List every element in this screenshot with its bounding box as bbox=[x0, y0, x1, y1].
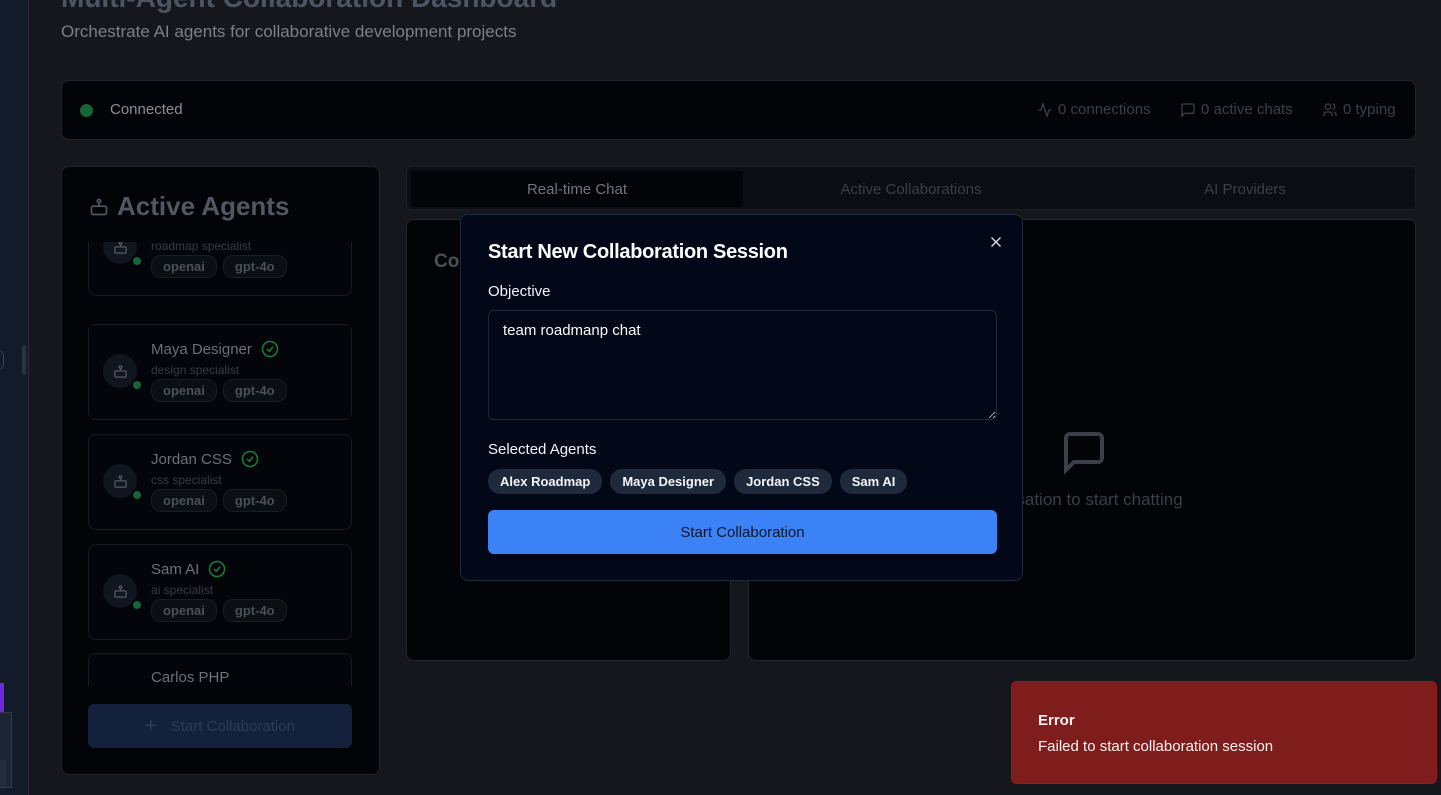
message-square-icon bbox=[1181, 102, 1195, 118]
agent-model-badge: gpt-4o bbox=[222, 599, 287, 622]
agent-specialty: css specialist bbox=[151, 473, 222, 487]
objective-label: Objective bbox=[488, 283, 551, 300]
selected-agents-list: Alex Roadmap Maya Designer Jordan CSS Sa… bbox=[488, 469, 908, 494]
agent-specialty: design specialist bbox=[151, 363, 240, 377]
tab-realtime-chat[interactable]: Real-time Chat bbox=[411, 171, 743, 207]
agent-name: Jordan CSS bbox=[151, 450, 232, 468]
agent-provider-badge: openai bbox=[151, 379, 217, 402]
agent-card-carlos-php[interactable]: Carlos PHP bbox=[88, 653, 352, 686]
objective-textarea[interactable]: team roadmanp chat bbox=[488, 310, 997, 420]
agent-provider-badge: openai bbox=[151, 489, 217, 512]
agent-online-dot bbox=[131, 599, 143, 611]
selected-agent-chip: Jordan CSS bbox=[734, 469, 832, 494]
agent-name: Sam AI bbox=[151, 560, 200, 578]
tab-ai-providers[interactable]: AI Providers bbox=[1079, 171, 1411, 207]
agent-card-maya-designer[interactable]: Maya Designer design specialist openai g… bbox=[88, 324, 352, 420]
selected-agent-chip: Sam AI bbox=[839, 469, 908, 494]
start-collaboration-sidebar-button[interactable]: + Start Collaboration bbox=[88, 704, 352, 748]
agent-name: Maya Designer bbox=[151, 340, 252, 358]
agent-model-badge: gpt-4o bbox=[222, 379, 287, 402]
start-collaboration-dialog: Start New Collaboration Session Objectiv… bbox=[460, 214, 1023, 581]
active-agents-panel: Active Agents roadmap specialist openai … bbox=[61, 166, 380, 775]
agent-provider-badge: openai bbox=[151, 599, 217, 622]
conversations-title: Co bbox=[434, 251, 460, 272]
connection-status-label: Connected bbox=[110, 101, 183, 118]
agent-model-badge: gpt-4o bbox=[222, 255, 287, 278]
bot-icon bbox=[113, 474, 127, 488]
selected-agents-label: Selected Agents bbox=[488, 441, 597, 458]
active-agents-title: Active Agents bbox=[117, 191, 290, 221]
tab-active-collaborations[interactable]: Active Collaborations bbox=[745, 171, 1077, 207]
agent-card-alex-roadmap[interactable]: roadmap specialist openai gpt-4o bbox=[88, 242, 352, 296]
toast-description: Failed to start collaboration session bbox=[1038, 738, 1274, 755]
bot-icon bbox=[113, 584, 127, 598]
connection-status-bar: Connected 0 connections 0 active chats 0… bbox=[61, 80, 1416, 140]
agent-specialty: ai specialist bbox=[151, 583, 214, 597]
bot-icon bbox=[113, 364, 127, 378]
users-icon bbox=[1323, 102, 1337, 116]
selected-agent-chip: Alex Roadmap bbox=[488, 469, 603, 494]
connections-stat: 0 connections bbox=[1037, 101, 1151, 118]
agent-card-sam-ai[interactable]: Sam AI ai specialist openai gpt-4o bbox=[88, 544, 352, 640]
start-collaboration-button[interactable]: Start Collaboration bbox=[488, 510, 997, 554]
typing-stat: 0 typing bbox=[1322, 101, 1396, 118]
plus-icon: + bbox=[145, 715, 157, 737]
active-agents-header: Active Agents bbox=[89, 191, 289, 222]
agent-online-dot bbox=[131, 255, 143, 267]
page-title: Multi-Agent Collaboration Dashboard bbox=[61, 0, 557, 14]
agent-online-dot bbox=[131, 379, 143, 391]
close-icon[interactable] bbox=[987, 233, 1005, 251]
agent-specialty: roadmap specialist bbox=[151, 242, 252, 253]
agent-list[interactable]: roadmap specialist openai gpt-4o Maya De… bbox=[62, 242, 379, 686]
error-toast[interactable]: Error Failed to start collaboration sess… bbox=[1011, 681, 1437, 784]
bot-icon bbox=[90, 198, 108, 215]
sidebar-resize-handle[interactable] bbox=[22, 345, 26, 375]
agent-provider-badge: openai bbox=[151, 255, 217, 278]
active-chats-stat: 0 active chats bbox=[1180, 101, 1293, 118]
agent-card-jordan-css[interactable]: Jordan CSS css specialist openai gpt-4o bbox=[88, 434, 352, 530]
dialog-title: Start New Collaboration Session bbox=[488, 241, 788, 263]
typing-count: 0 typing bbox=[1343, 101, 1396, 118]
connections-count: 0 connections bbox=[1058, 101, 1151, 118]
activity-icon bbox=[1038, 101, 1052, 118]
check-circle-icon bbox=[261, 340, 279, 358]
check-circle-icon bbox=[241, 450, 259, 468]
toast-title: Error bbox=[1038, 712, 1075, 729]
bot-icon bbox=[113, 242, 127, 254]
connection-status-dot bbox=[80, 104, 93, 117]
active-chats-count: 0 active chats bbox=[1201, 101, 1293, 118]
app-sidebar-rail bbox=[0, 0, 29, 795]
page-subtitle: Orchestrate AI agents for collaborative … bbox=[61, 22, 517, 41]
sidebar-toggle-handle[interactable] bbox=[0, 350, 4, 370]
sidebar-active-indicator bbox=[0, 683, 4, 713]
message-square-icon bbox=[1060, 428, 1108, 481]
selected-agent-chip: Maya Designer bbox=[610, 469, 727, 494]
agent-model-badge: gpt-4o bbox=[222, 489, 287, 512]
agent-online-dot bbox=[131, 489, 143, 501]
sidebar-user-avatar bbox=[0, 760, 6, 786]
start-collaboration-sidebar-label: Start Collaboration bbox=[170, 717, 295, 735]
agent-name: Carlos PHP bbox=[151, 669, 230, 686]
check-circle-icon bbox=[209, 560, 226, 578]
main-tabs: Real-time Chat Active Collaborations AI … bbox=[406, 166, 1416, 210]
